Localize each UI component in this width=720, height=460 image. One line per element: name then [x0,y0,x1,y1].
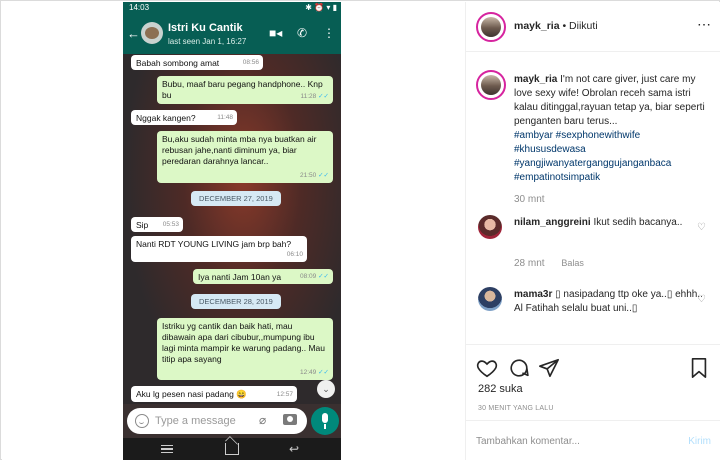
comment: mama3r ▯ nasipadang ttp oke ya..▯ ehhh..… [514,288,704,316]
share-icon[interactable] [538,357,560,379]
home-icon[interactable] [225,443,239,455]
message-time: 08:09 ✓✓ [300,273,329,280]
comment-time: 28 mnt [514,258,545,269]
message-text: Nanti RDT YOUNG LIVING jam brp bah? [136,239,292,249]
phone-screenshot: 14:03 ✱ ⏰ ▾ ▮ ← Istri Ku Cantik last see… [123,2,341,460]
like-heart-icon[interactable] [476,357,498,379]
message-bubble: Aku lg pesen nasi padang 😄 12:57 [131,386,297,402]
message-text: Babah sombong amat [136,58,220,68]
comment-username[interactable]: mama3r [514,289,552,300]
more-horizontal-icon[interactable]: ⋯ [697,16,711,33]
last-seen: last seen Jan 1, 16:27 [168,37,247,46]
add-comment-input[interactable]: Tambahkan komentar... [476,436,580,447]
post-caption: mayk_ria I'm not care giver, just care m… [514,73,714,207]
message-bubble: Iya nanti Jam 10an ya 08:09 ✓✓ [193,269,333,284]
scroll-down-icon[interactable]: ⌄ [317,380,335,398]
message-bubble: Bubu, maaf baru pegang handphone.. Knp b… [157,76,333,104]
message-text: Sip [136,220,149,230]
comment-text: Ikut sedih bacanya.. [593,217,683,228]
recent-apps-icon[interactable] [161,445,173,453]
message-time: 05:53 [162,221,179,228]
message-bubble: Nanti RDT YOUNG LIVING jam brp bah? 06:1… [131,236,307,262]
mic-icon[interactable] [311,407,339,435]
bookmark-icon[interactable] [688,357,710,379]
likes-count[interactable]: 282 suka [478,383,523,395]
status-icons: ✱ ⏰ ▾ ▮ [305,3,337,12]
commenter-avatar[interactable] [478,287,502,311]
message-time: 12:57 [276,391,293,398]
message-bubble: Istriku yg cantik dan baik hati, mau dib… [157,318,333,380]
date-separator: DECEMBER 28, 2019 [191,294,281,309]
comment-meta: 28 mnt Balas [514,258,584,269]
post-comment-button[interactable]: Kirim [688,436,711,447]
message-text: Aku lg pesen nasi padang 😄 [136,389,247,399]
caption-avatar[interactable] [476,70,506,100]
message-placeholder: Type a message [155,415,236,427]
camera-icon[interactable] [283,414,297,425]
contact-name[interactable]: Istri Ku Cantik [168,22,243,34]
author-username[interactable]: mayk_ria [514,20,560,32]
caption-username[interactable]: mayk_ria [514,74,557,85]
message-input-bar: Type a message ⌀ [123,404,341,438]
comment-icon[interactable] [508,357,530,379]
message-time: 06:10 [286,251,303,258]
message-time: 21:50 ✓✓ [300,172,329,179]
message-time: 11:28 ✓✓ [300,93,329,100]
message-text: Istriku yg cantik dan baik hati, mau dib… [162,321,325,364]
message-bubble: Babah sombong amat 08:56 [131,55,263,70]
post-time[interactable]: 30 MENIT YANG LALU [478,405,554,412]
more-vertical-icon[interactable]: ⋮ [323,26,335,40]
status-bar: 14:03 ✱ ⏰ ▾ ▮ [123,2,341,14]
post-side-panel: mayk_ria • Diikuti ⋯ mayk_ria I'm not ca… [465,2,720,460]
message-text: Iya nanti Jam 10an ya [198,272,282,282]
hashtag-link[interactable]: #khususdewasa [514,143,714,157]
message-time: 12:49 ✓✓ [300,369,329,376]
message-text: Nggak kangen? [136,113,196,123]
message-input[interactable]: Type a message ⌀ [127,408,307,434]
date-separator: DECEMBER 27, 2019 [191,191,281,206]
message-bubble: Nggak kangen? 11:48 [131,110,237,125]
nav-back-icon[interactable]: ↩ [289,442,299,456]
voice-call-icon[interactable]: ✆ [297,26,307,40]
comment: nilam_anggreini Ikut sedih bacanya.. [514,216,704,230]
emoji-icon[interactable] [135,414,149,428]
instagram-post-frame: 14:03 ✱ ⏰ ▾ ▮ ← Istri Ku Cantik last see… [0,0,720,460]
post-header: mayk_ria • Diikuti ⋯ [466,2,720,52]
add-comment-bar: Tambahkan komentar... Kirim [466,420,720,460]
contact-avatar[interactable] [141,22,163,44]
author-avatar[interactable] [476,12,506,42]
author-line: mayk_ria • Diikuti [514,20,598,32]
hashtag-link[interactable]: #ambyar #sexphonewithwife [514,129,714,143]
hashtag-link[interactable]: #yangjiwanyaterganggujanganbaca [514,157,714,171]
message-text: Bu,aku sudah minta mba nya buatkan air r… [162,134,317,166]
chat-header: ← Istri Ku Cantik last seen Jan 1, 16:27… [123,14,341,54]
comment-username[interactable]: nilam_anggreini [514,217,591,228]
post-media: 14:03 ✱ ⏰ ▾ ▮ ← Istri Ku Cantik last see… [2,2,465,460]
heart-icon[interactable]: ♡ [697,222,706,233]
message-time: 08:56 [242,59,259,66]
back-arrow-icon[interactable]: ← [127,26,140,41]
reply-link[interactable]: Balas [561,258,584,268]
chat-area: Babah sombong amat 08:56 Bubu, maaf baru… [123,54,341,404]
commenter-avatar[interactable] [478,215,502,239]
android-nav-bar: ↩ [123,438,341,460]
status-time: 14:03 [129,3,150,12]
caption-time[interactable]: 30 mnt [514,193,714,207]
message-time: 11:48 [217,114,233,121]
video-call-icon[interactable]: ■◂ [269,26,282,40]
message-bubble: Bu,aku sudah minta mba nya buatkan air r… [157,131,333,183]
message-text: Bubu, maaf baru pegang handphone.. Knp b… [162,79,323,100]
message-bubble: Sip 05:53 [131,217,183,232]
follow-status[interactable]: • Diikuti [562,20,597,32]
hashtag-link[interactable]: #empatinotsimpatik [514,171,714,185]
attach-icon[interactable]: ⌀ [259,413,266,427]
heart-icon[interactable]: ♡ [697,294,706,305]
